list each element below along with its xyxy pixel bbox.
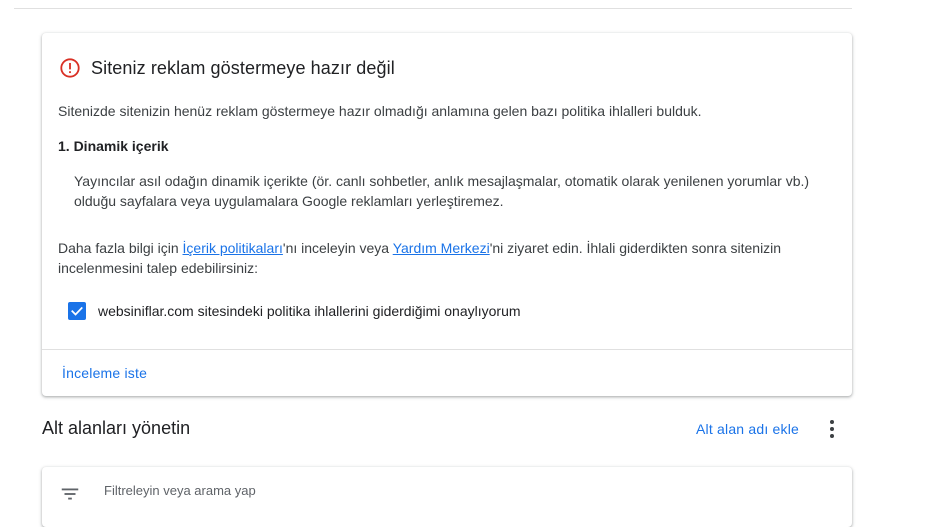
check-icon (71, 306, 83, 316)
info-text: Daha fazla bilgi için İçerik politikalar… (58, 238, 828, 278)
card-title: Siteniz reklam göstermeye hazır değil (91, 57, 395, 78)
confirm-row[interactable]: websiniflar.com sitesindeki politika ihl… (68, 302, 521, 320)
violation-description: Yayıncılar asıl odağın dinamik içerikte … (74, 173, 810, 209)
confirm-checkbox[interactable] (68, 302, 86, 320)
violation-title: 1. Dinamik içerik (58, 138, 169, 154)
card-divider (42, 349, 852, 350)
filter-list-icon (61, 488, 79, 500)
confirm-label: websiniflar.com sitesindeki politika ihl… (98, 303, 521, 319)
subdomains-title: Alt alanları yönetin (42, 418, 191, 438)
error-icon (60, 58, 80, 78)
content-policies-link[interactable]: İçerik politikaları (183, 240, 283, 256)
filter-search-input[interactable] (104, 483, 704, 498)
policy-violation-card: Siteniz reklam göstermeye hazır değil Si… (42, 33, 852, 396)
add-subdomain-button[interactable]: Alt alan adı ekle (696, 421, 799, 437)
info-mid: 'nı inceleyin veya (282, 240, 393, 256)
intro-text: Sitenizde sitenizin henüz reklam gösterm… (58, 103, 702, 119)
help-center-link[interactable]: Yardım Merkezi (393, 240, 490, 256)
subdomain-filter-card (42, 467, 852, 527)
more-vert-icon[interactable] (822, 418, 842, 440)
top-divider (14, 8, 852, 9)
card-header: Siteniz reklam göstermeye hazır değil (59, 57, 395, 79)
request-review-button[interactable]: İnceleme iste (62, 365, 147, 381)
info-prefix: Daha fazla bilgi için (58, 240, 183, 256)
